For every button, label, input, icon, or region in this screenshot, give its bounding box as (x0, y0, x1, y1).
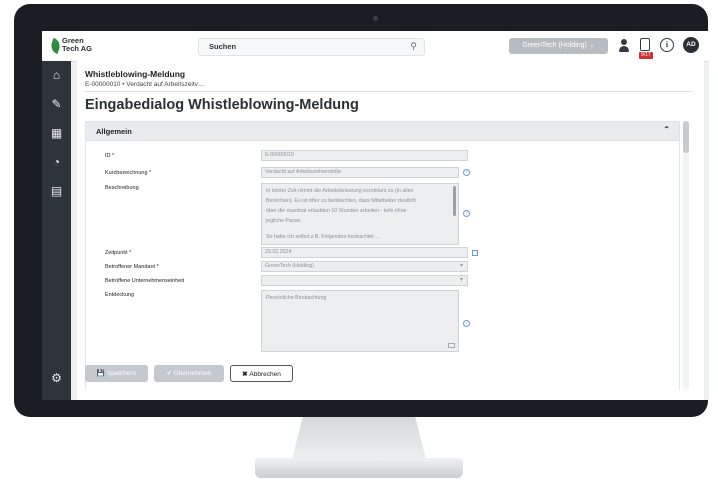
save-label: Speichern (106, 370, 137, 377)
entdeckung-label: Entdeckung (105, 292, 135, 298)
zeitpunkt-field[interactable]: 29.02.2024 (261, 247, 468, 258)
resize-handle[interactable] (448, 343, 455, 348)
mandant-label: Betroffener Mandant * (105, 264, 159, 270)
calendar-icon[interactable] (472, 250, 478, 256)
apply-label: Übernehmen (173, 370, 212, 377)
chevron-up-icon[interactable]: ⌃ (663, 125, 670, 134)
camera (373, 16, 378, 21)
info-icon[interactable]: i (660, 38, 674, 52)
organization-selector[interactable]: GreenTech (Holding) ⌄ (509, 38, 608, 54)
search-icon[interactable]: ⚲ (410, 41, 417, 52)
beschreibung-field[interactable]: In letzter Zeit nimmt die Arbeitsbelastu… (261, 183, 459, 245)
save-button[interactable]: 💾 Speichern (85, 365, 148, 382)
kurzbezeichnung-label: Kurzbezeichnung * (105, 170, 152, 176)
pie-chart-icon[interactable]: ◔ (50, 156, 63, 169)
main-panel: Whistleblowing-Meldung E-00000010 • Verd… (77, 61, 704, 400)
section-label: Allgemein (96, 127, 132, 136)
chevron-down-icon: ⌄ (588, 42, 595, 49)
gear-icon[interactable]: ⚙ (50, 372, 63, 385)
beschreibung-line: über die maximal erlaubten 10 Stunden ar… (266, 208, 407, 214)
textarea-scrollbar[interactable] (453, 186, 456, 216)
organization-label: GreenTech (Holding) (522, 42, 587, 49)
id-field: E-00000010 (261, 150, 468, 161)
kurzbezeichnung-field[interactable]: Verdacht auf Arbeitszeitverstöße (261, 167, 459, 178)
save-icon: 💾 (96, 370, 107, 377)
breadcrumb-title: Whistleblowing-Meldung (85, 69, 186, 79)
unternehmenseinheit-select[interactable] (261, 275, 468, 286)
breadcrumb-subtitle: E-00000010 • Verdacht auf Arbeitszeitv… (85, 81, 205, 88)
divider (85, 91, 693, 92)
cancel-label: Abbrechen (249, 371, 281, 378)
cancel-button[interactable]: ✖ Abbrechen (230, 365, 293, 382)
entdeckung-value: Persönliche Beobachtung (266, 295, 327, 301)
home-icon[interactable]: ⌂ (50, 69, 63, 82)
user-icon[interactable] (618, 39, 630, 53)
sidebar: ⌂ ✎ ▦ ◔ ▤ ⚙ (42, 61, 71, 400)
footer-bar (77, 391, 704, 400)
edit-document-icon[interactable]: ✎ (50, 98, 63, 111)
id-label: ID * (105, 153, 115, 159)
zeitpunkt-label: Zeitpunkt * (105, 250, 132, 256)
logo[interactable]: Green Tech AG (48, 36, 101, 57)
page-title: Eingabedialog Whistleblowing-Meldung (85, 97, 359, 113)
beschreibung-line: In letzter Zeit nimmt die Arbeitsbelastu… (266, 188, 414, 194)
search-label: Suchen (209, 42, 237, 51)
avatar[interactable]: AD (683, 37, 699, 53)
task-count-badge: 9/17 (639, 52, 653, 59)
mandant-select[interactable]: GreenTech (Holding) (261, 261, 468, 272)
monitor-stand (292, 417, 426, 459)
section-body: ID * E-00000010 Kurzbezeichnung * Verdac… (85, 140, 680, 390)
beschreibung-label: Beschreibung (105, 185, 139, 191)
top-bar: Green Tech AG Suchen ⚲ GreenTech (Holdin… (42, 31, 709, 62)
check-icon: ✔ (166, 370, 174, 377)
beschreibung-line: jegliche Pause. (266, 218, 302, 224)
leaf-icon (48, 37, 63, 55)
beschreibung-line: So habe ich selbst z.B. Folgendes beobac… (266, 234, 380, 240)
help-icon[interactable]: ? (463, 210, 470, 217)
search-input[interactable]: Suchen ⚲ (198, 38, 425, 56)
table-icon[interactable]: ▦ (50, 127, 63, 140)
logo-text: Green Tech AG (62, 36, 93, 53)
unternehmenseinheit-label: Betroffene Unternehmenseinheit (105, 278, 185, 284)
screen: Green Tech AG Suchen ⚲ GreenTech (Holdin… (42, 31, 709, 400)
report-icon[interactable]: ▤ (50, 185, 63, 198)
scrollbar-thumb[interactable] (683, 121, 689, 153)
help-icon[interactable]: ? (463, 169, 470, 176)
apply-button[interactable]: ✔ Übernehmen (154, 365, 224, 382)
scrollbar-track[interactable] (683, 121, 689, 389)
clipboard-icon[interactable] (640, 38, 650, 51)
monitor-base (255, 458, 463, 478)
monitor-frame: Green Tech AG Suchen ⚲ GreenTech (Holdin… (14, 4, 709, 417)
beschreibung-line: Bereichen). Es ist öfter zu beobachten, … (266, 198, 417, 204)
section-header-allgemein[interactable]: Allgemein ⌃ (85, 121, 680, 141)
entdeckung-field[interactable]: Persönliche Beobachtung (261, 290, 459, 352)
help-icon[interactable]: ? (463, 320, 470, 327)
